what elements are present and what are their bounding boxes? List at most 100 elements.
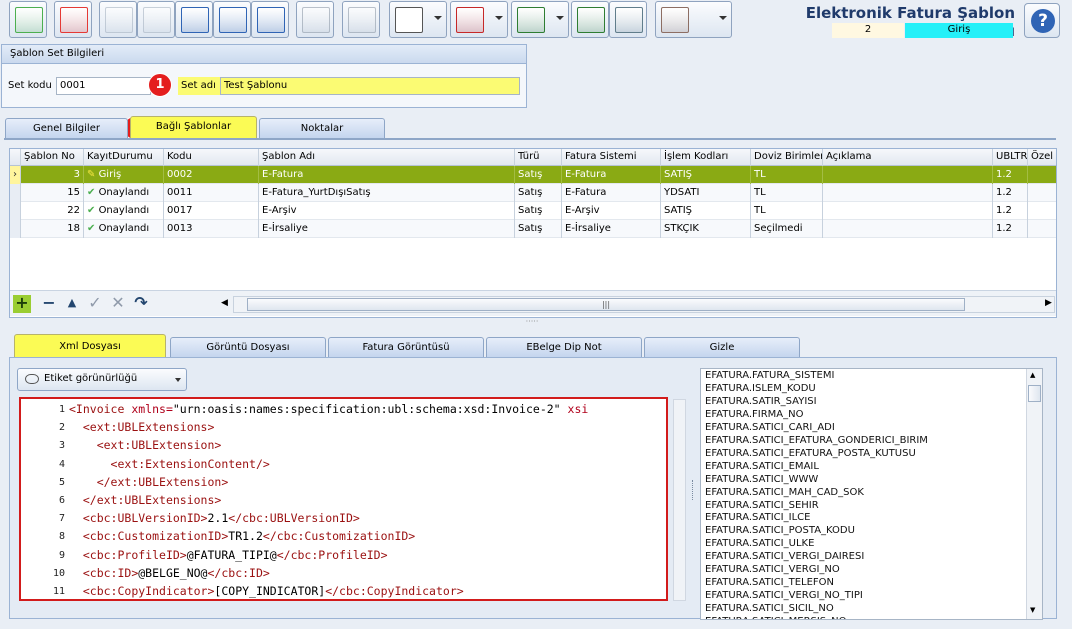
table-cell[interactable]: TL — [751, 166, 823, 184]
table-cell[interactable] — [823, 220, 993, 238]
code-line[interactable]: <ext:UBLExtensions> — [69, 420, 215, 434]
table-cell[interactable] — [1028, 184, 1056, 202]
table-cell[interactable]: 0013 — [164, 220, 259, 238]
table-cell[interactable]: E-Fatura — [562, 166, 661, 184]
list-item[interactable]: EFATURA.SATICI_MAH_CAD_SOK — [705, 487, 864, 498]
list-item[interactable]: EFATURA.SATICI_VERGI_DAIRESI — [705, 551, 864, 562]
set-name-field[interactable]: Test Şablonu — [220, 77, 520, 95]
column-header[interactable]: UBLTR — [993, 149, 1028, 166]
chevron-down-icon[interactable] — [495, 16, 503, 20]
fields-scrollbar[interactable]: ▲ ▼ — [1026, 369, 1042, 619]
row-selector[interactable] — [10, 184, 21, 202]
table-cell[interactable]: E-İrsaliye — [562, 220, 661, 238]
xml-editor[interactable]: 1 <Invoice xmlns="urn:oasis:names:specifi… — [19, 397, 668, 601]
table-cell[interactable]: 3 — [21, 166, 84, 184]
import-button[interactable] — [571, 1, 609, 38]
redo-icon[interactable]: ↷ — [132, 295, 150, 313]
chevron-down-icon[interactable] — [556, 16, 564, 20]
table-cell[interactable]: ✔ Onaylandı — [84, 184, 164, 202]
table-cell[interactable]: ✎ Giriş — [84, 166, 164, 184]
list-item[interactable]: EFATURA.FIRMA_NO — [705, 409, 804, 420]
scroll-down-icon[interactable]: ▼ — [1030, 606, 1035, 614]
table-row[interactable]: › 3 ✎ Giriş 0002 E-Fatura Satış E-Fatura SATIŞ T… — [10, 166, 1056, 184]
column-header[interactable]: Açıklama — [823, 149, 993, 166]
next-button[interactable] — [175, 1, 213, 38]
column-header[interactable]: Doviz Birimleri — [751, 149, 823, 166]
table-cell[interactable]: STKÇIK — [661, 220, 751, 238]
code-line[interactable]: <ext:ExtensionContent/> — [69, 457, 270, 471]
list-item[interactable]: EFATURA.SATICI_POSTA_KODU — [705, 525, 855, 536]
move-up-icon[interactable]: ▲ — [63, 295, 81, 313]
list-item[interactable]: EFATURA.SATICI_ULKE — [705, 538, 814, 549]
table-cell[interactable]: Satış — [515, 202, 562, 220]
row-selector[interactable] — [10, 220, 21, 238]
table-cell[interactable] — [1028, 220, 1056, 238]
table-cell[interactable]: E-Arşiv — [259, 202, 515, 220]
list-item[interactable]: EFATURA.SATICI_EFATURA_GONDERICI_BIRIM — [705, 435, 928, 446]
tab-noktalar[interactable]: Noktalar — [259, 118, 385, 138]
column-header[interactable]: Türü — [515, 149, 562, 166]
tab-genel-bilgiler[interactable]: Genel Bilgiler — [5, 118, 128, 138]
tab-bagli-sablonlar[interactable]: Bağlı Şablonlar — [130, 116, 257, 140]
scroll-right-icon[interactable]: ▶ — [1045, 298, 1052, 308]
scroll-up-icon[interactable]: ▲ — [1030, 371, 1035, 379]
table-row[interactable]: 22 ✔ Onaylandı 0017 E-Arşiv Satış E-Arşiv SATI… — [10, 202, 1056, 220]
list-item[interactable]: EFATURA.SATICI_CARI_ADI — [705, 422, 835, 433]
remove-icon[interactable]: − — [40, 295, 58, 313]
table-cell[interactable]: E-Fatura_YurtDışıSatış — [259, 184, 515, 202]
fields-list[interactable]: EFATURA.FATURA_SISTEMI EFATURA.ISLEM_KODU… — [700, 368, 1043, 620]
table-cell[interactable]: SATIŞ — [661, 166, 751, 184]
code-line[interactable]: <cbc:UBLVersionID>2.1</cbc:UBLVersionID> — [69, 511, 360, 525]
table-cell[interactable] — [823, 202, 993, 220]
table-cell[interactable]: E-Fatura — [562, 184, 661, 202]
tab-gizle[interactable]: Gizle — [644, 337, 800, 357]
table-cell[interactable]: E-Fatura — [259, 166, 515, 184]
pdf-button[interactable] — [450, 1, 508, 38]
new-button[interactable] — [9, 1, 47, 38]
list-item[interactable]: EFATURA.SATICI_VERGI_NO — [705, 564, 840, 575]
code-line[interactable]: <ext:UBLExtension> — [69, 438, 222, 452]
exit-button[interactable] — [655, 1, 732, 38]
table-cell[interactable] — [1028, 166, 1056, 184]
list-item[interactable]: EFATURA.FATURA_SISTEMI — [705, 370, 834, 381]
column-header[interactable]: Şablon Adı — [259, 149, 515, 166]
list-item[interactable]: EFATURA.SATICI_VERGI_NO_TIPI — [705, 590, 863, 601]
column-header[interactable]: KayıtDurumu — [84, 149, 164, 166]
list-item[interactable]: EFATURA.SATICI_EFATURA_POSTA_KUTUSU — [705, 448, 916, 459]
code-line[interactable]: <cbc:ID>@BELGE_NO@</cbc:ID> — [69, 566, 270, 580]
table-cell[interactable]: TL — [751, 184, 823, 202]
grid-horizontal-scrollbar[interactable]: ||| — [233, 296, 1055, 313]
delete-button[interactable] — [54, 1, 92, 38]
tab-xml-dosyasi[interactable]: Xml Dosyası — [14, 334, 166, 358]
row-selector[interactable] — [10, 202, 21, 220]
list-item[interactable]: EFATURA.SATICI_TELEFON — [705, 577, 834, 588]
table-cell[interactable]: Satış — [515, 166, 562, 184]
list-item[interactable]: EFATURA.SATICI_WWW — [705, 474, 818, 485]
table-cell[interactable]: E-İrsaliye — [259, 220, 515, 238]
code-line[interactable]: <cbc:ProfileID>@FATURA_TIPI@</cbc:Profil… — [69, 548, 388, 562]
table-cell[interactable]: 18 — [21, 220, 84, 238]
table-cell[interactable]: 0011 — [164, 184, 259, 202]
list-item[interactable]: EFATURA.SATIR_SAYISI — [705, 396, 817, 407]
table-cell[interactable]: ✔ Onaylandı — [84, 220, 164, 238]
table-cell[interactable]: 1.2 — [993, 166, 1028, 184]
code-line[interactable]: </ext:UBLExtensions> — [69, 493, 221, 507]
last-button[interactable] — [213, 1, 251, 38]
table-cell[interactable] — [1028, 202, 1056, 220]
code-line[interactable]: <Invoice xmlns="urn:oasis:names:specific… — [69, 402, 588, 416]
table-cell[interactable]: 1.2 — [993, 184, 1028, 202]
panel-splitter[interactable] — [692, 480, 696, 500]
tab-goruntu-dosyasi[interactable]: Görüntü Dosyası — [170, 337, 326, 357]
table-row[interactable]: 15 ✔ Onaylandı 0011 E-Fatura_YurtDışıSatış S… — [10, 184, 1056, 202]
chevron-down-icon[interactable] — [719, 16, 727, 20]
table-cell[interactable]: 1.2 — [993, 202, 1028, 220]
tag-visibility-dropdown[interactable]: Etiket görünürlüğü — [17, 368, 187, 391]
column-header[interactable]: Özel I — [1028, 149, 1056, 166]
tools-button[interactable] — [609, 1, 647, 38]
list-item[interactable]: EFATURA.ISLEM_KODU — [705, 383, 816, 394]
set-code-field[interactable]: 0001 — [56, 77, 151, 95]
list-item[interactable]: EFATURA.SATICI_MERSIS_NO — [705, 616, 847, 619]
refresh-button[interactable] — [251, 1, 289, 38]
code-line[interactable]: <cbc:CustomizationID>TR1.2</cbc:Customiz… — [69, 529, 415, 543]
scrollbar-thumb[interactable]: ||| — [247, 298, 965, 311]
